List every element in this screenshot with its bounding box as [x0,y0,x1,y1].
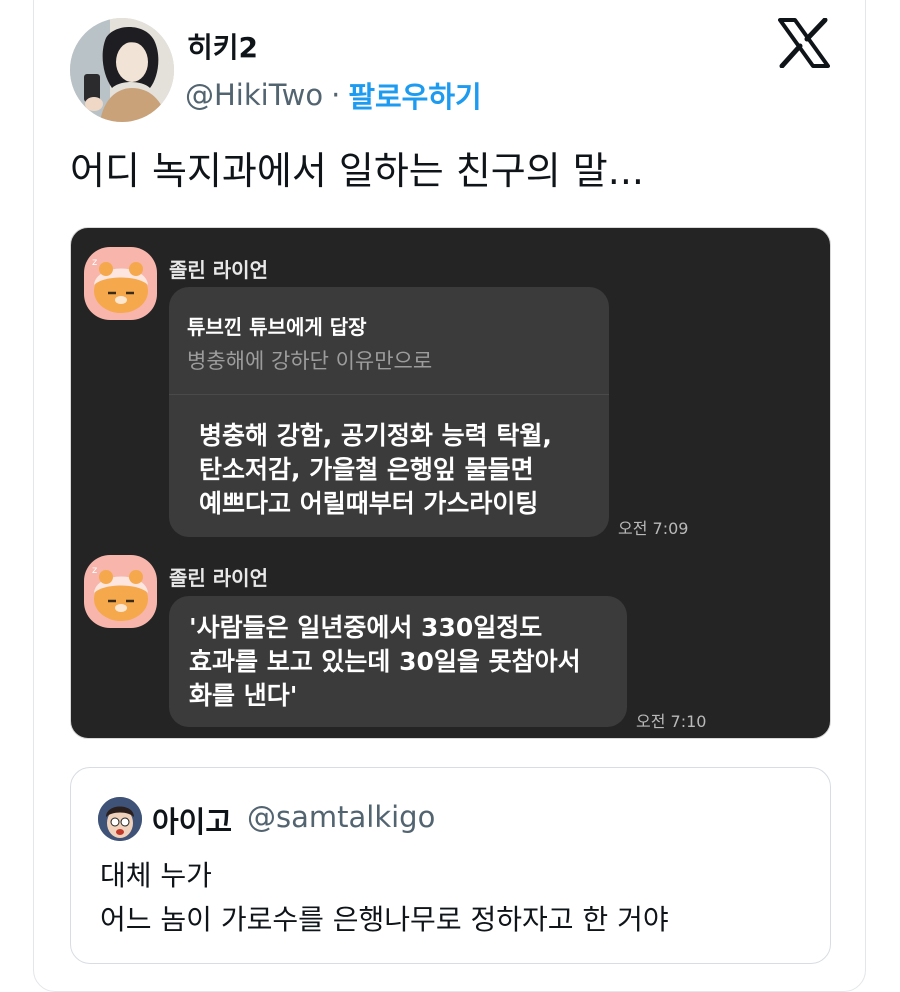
quoted-author-avatar[interactable] [98,797,142,841]
ryan-avatar-icon: z [84,247,157,320]
svg-text:z: z [92,565,97,576]
quoted-text-line: 어느 놈이 가로수를 은행나무로 정하자고 한 거야 [100,903,669,936]
quoted-author-name[interactable]: 아이고 [152,799,232,841]
message-line: 효과를 보고 있는데 30일을 못참아서 [189,647,581,676]
quoted-tweet-text: 대체 누가 어느 놈이 가로수를 은행나무로 정하자고 한 거야 [100,854,669,942]
follow-button[interactable]: 팔로우하기 [348,74,481,116]
author-name[interactable]: 히키2 [187,26,258,66]
tweet-text: 어디 녹지과에서 일하는 친구의 말... [70,149,644,193]
reply-quote: 병충해에 강하단 이유만으로 [187,349,433,373]
svg-text:z: z [92,257,97,268]
message-time: 오전 7:09 [618,519,689,538]
avatar-illustration [70,18,174,122]
author-handle-row: @HikiTwo · 팔로우하기 [185,74,482,116]
author-handle[interactable]: @HikiTwo [185,78,323,112]
message-text: 병충해 강함, 공기정화 능력 탁월, 탄소저감, 가을철 은행잎 물들면 예쁘… [199,419,552,521]
chat-screenshot[interactable]: z 졸린 라이언 튜브낀 튜브에게 답장 병충해에 강하단 이유만으로 병충해 … [70,227,831,739]
quoted-author-handle[interactable]: @samtalkigo [247,800,435,834]
message-text: '사람들은 일년중에서 330일정도 효과를 보고 있는데 30일을 못참아서 … [189,611,581,713]
quoted-text-line: 대체 누가 [100,859,212,892]
message-line: 화를 낸다' [189,681,298,710]
ryan-avatar-icon: z [84,555,157,628]
message-time: 오전 7:10 [636,712,707,731]
author-avatar[interactable] [70,18,174,122]
message-line: '사람들은 일년중에서 330일정도 [189,613,543,642]
separator-dot: · [331,78,341,112]
reply-divider [169,394,609,395]
quoted-tweet[interactable]: 아이고 @samtalkigo 대체 누가 어느 놈이 가로수를 은행나무로 정… [70,767,831,964]
x-logo-icon[interactable] [778,17,830,69]
message-line: 병충해 강함, 공기정화 능력 탁월, [199,421,552,450]
message-bubble[interactable]: '사람들은 일년중에서 330일정도 효과를 보고 있는데 30일을 못참아서 … [169,596,627,727]
message-line: 탄소저감, 가을철 은행잎 물들면 [199,455,534,484]
message-line: 예쁘다고 어릴때부터 가스라이팅 [199,489,539,518]
sender-name: 졸린 라이언 [169,566,268,590]
sender-name: 졸린 라이언 [169,258,268,282]
reply-target: 튜브낀 튜브에게 답장 [187,315,367,339]
reply-bubble[interactable]: 튜브낀 튜브에게 답장 병충해에 강하단 이유만으로 병충해 강함, 공기정화 … [169,287,609,537]
